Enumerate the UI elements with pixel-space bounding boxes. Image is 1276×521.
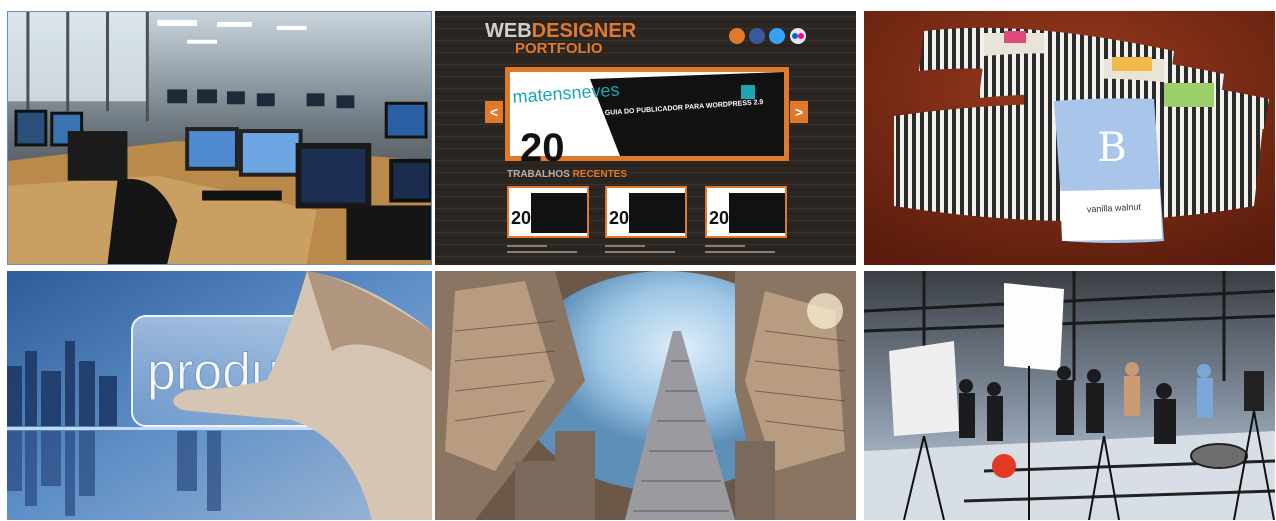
rss-icon[interactable] (729, 28, 745, 44)
product-hand-city: product (7, 271, 432, 520)
portfolio-title-web: WEB (485, 20, 532, 42)
svg-text:20: 20 (709, 208, 729, 228)
computer-lab-photo (7, 11, 432, 265)
recent-suffix: RECENTES (573, 169, 628, 180)
svg-text:20: 20 (609, 208, 629, 228)
chevron-right-icon: > (795, 104, 803, 120)
slide-big-number: 20 (520, 126, 565, 170)
svg-text:WEBDESIGNER: WEBDESIGNER (485, 20, 637, 42)
video-studio-shoot (864, 271, 1275, 520)
svg-text:20: 20 (511, 208, 531, 228)
packaging-logo: B (1097, 125, 1126, 171)
fisheye-skyscrapers (435, 271, 856, 520)
twitter-icon[interactable] (769, 28, 785, 44)
portfolio-subtitle: PORTFOLIO (515, 40, 603, 57)
svg-text:TRABALHOS RECENTES: TRABALHOS RECENTES (507, 169, 627, 180)
facebook-icon[interactable] (749, 28, 765, 44)
chevron-left-icon: < (490, 104, 498, 120)
portfolio-title-designer: DESIGNER (532, 20, 637, 42)
recent-prefix: TRABALHOS (507, 169, 573, 180)
pillow-boxes-packaging: B vanilla walnut (864, 11, 1275, 265)
web-designer-portfolio: WEBDESIGNER PORTFOLIO matensneves GUIA D… (435, 11, 856, 265)
